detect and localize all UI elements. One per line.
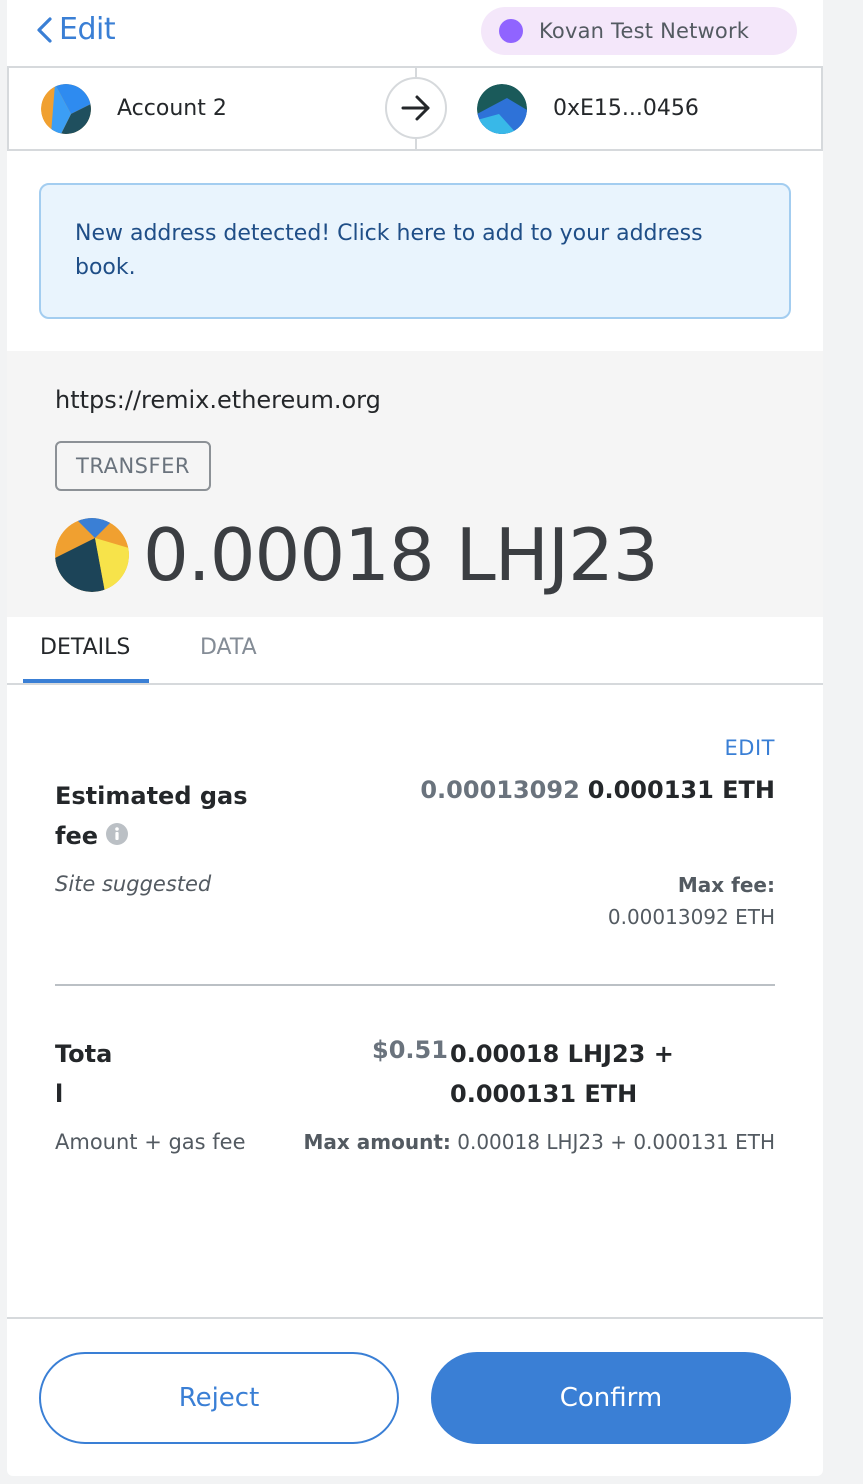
total-fiat-value: $0.51 — [372, 1036, 448, 1064]
tab-data[interactable]: DATA — [200, 635, 257, 660]
network-indicator[interactable]: Kovan Test Network — [481, 7, 797, 55]
network-color-dot — [499, 19, 523, 43]
gas-fee-title: Estimated gas fee — [55, 782, 248, 850]
total-value: 0.00018 LHJ23 + 0.000131 ETH — [450, 1040, 674, 1108]
sender-avatar — [41, 83, 91, 134]
max-amount-value: 0.00018 LHJ23 + 0.000131 ETH — [457, 1130, 775, 1154]
max-amount-label: Max amount: — [303, 1130, 451, 1154]
arrow-right-icon — [385, 77, 447, 139]
transaction-summary: https://remix.ethereum.org TRANSFER 0.00… — [7, 351, 823, 617]
edit-back-label: Edit — [59, 12, 116, 47]
token-icon — [55, 518, 129, 592]
recipient-avatar — [477, 83, 527, 134]
details-tabs: DETAILS DATA — [7, 617, 823, 685]
gas-fee-values: 0.00013092 0.000131 ETH — [420, 776, 775, 804]
info-icon[interactable] — [106, 823, 128, 845]
tab-details[interactable]: DETAILS — [40, 635, 130, 660]
new-address-alert[interactable]: New address detected! Click here to add … — [39, 183, 791, 319]
section-divider — [55, 984, 775, 986]
amount-row: 0.00018 LHJ23 — [55, 513, 659, 597]
max-amount: Max amount: 0.00018 LHJ23 + 0.000131 ETH — [304, 1130, 775, 1154]
reject-button[interactable]: Reject — [39, 1352, 399, 1444]
origin-url: https://remix.ethereum.org — [55, 386, 381, 414]
total-title: Total — [55, 1040, 113, 1108]
sender[interactable]: Account 2 — [41, 68, 227, 149]
gas-fee-heading: Estimated gas fee — [55, 776, 295, 856]
sender-recipient: Account 2 0xE15...0456 — [7, 66, 823, 151]
gas-fee-primary: 0.000131 ETH — [587, 776, 775, 804]
action-badge: TRANSFER — [55, 441, 211, 491]
edit-back-button[interactable]: Edit — [33, 12, 116, 47]
transfer-amount: 0.00018 LHJ23 — [143, 513, 659, 597]
total-subtitle: Amount + gas fee — [55, 1130, 246, 1154]
max-fee-label: Max fee: — [677, 873, 775, 897]
max-fee-value: 0.00013092 ETH — [607, 905, 775, 929]
confirm-transaction-panel: Edit Kovan Test Network Account 2 0xE15.… — [7, 0, 823, 1476]
page-header: Edit Kovan Test Network — [7, 0, 823, 66]
gas-source-label: Site suggested — [55, 872, 212, 896]
gas-fee-secondary: 0.00013092 — [420, 776, 580, 804]
alert-message: New address detected! Click here to add … — [75, 221, 703, 280]
edit-gas-button[interactable]: EDIT — [725, 736, 775, 760]
recipient[interactable]: 0xE15...0456 — [477, 68, 699, 149]
network-name: Kovan Test Network — [539, 19, 750, 43]
action-footer: Reject Confirm — [7, 1317, 823, 1476]
active-tab-indicator — [23, 679, 149, 683]
sender-name: Account 2 — [117, 96, 227, 121]
confirm-button[interactable]: Confirm — [431, 1352, 791, 1444]
chevron-left-icon — [37, 16, 52, 43]
recipient-address: 0xE15...0456 — [553, 96, 699, 121]
